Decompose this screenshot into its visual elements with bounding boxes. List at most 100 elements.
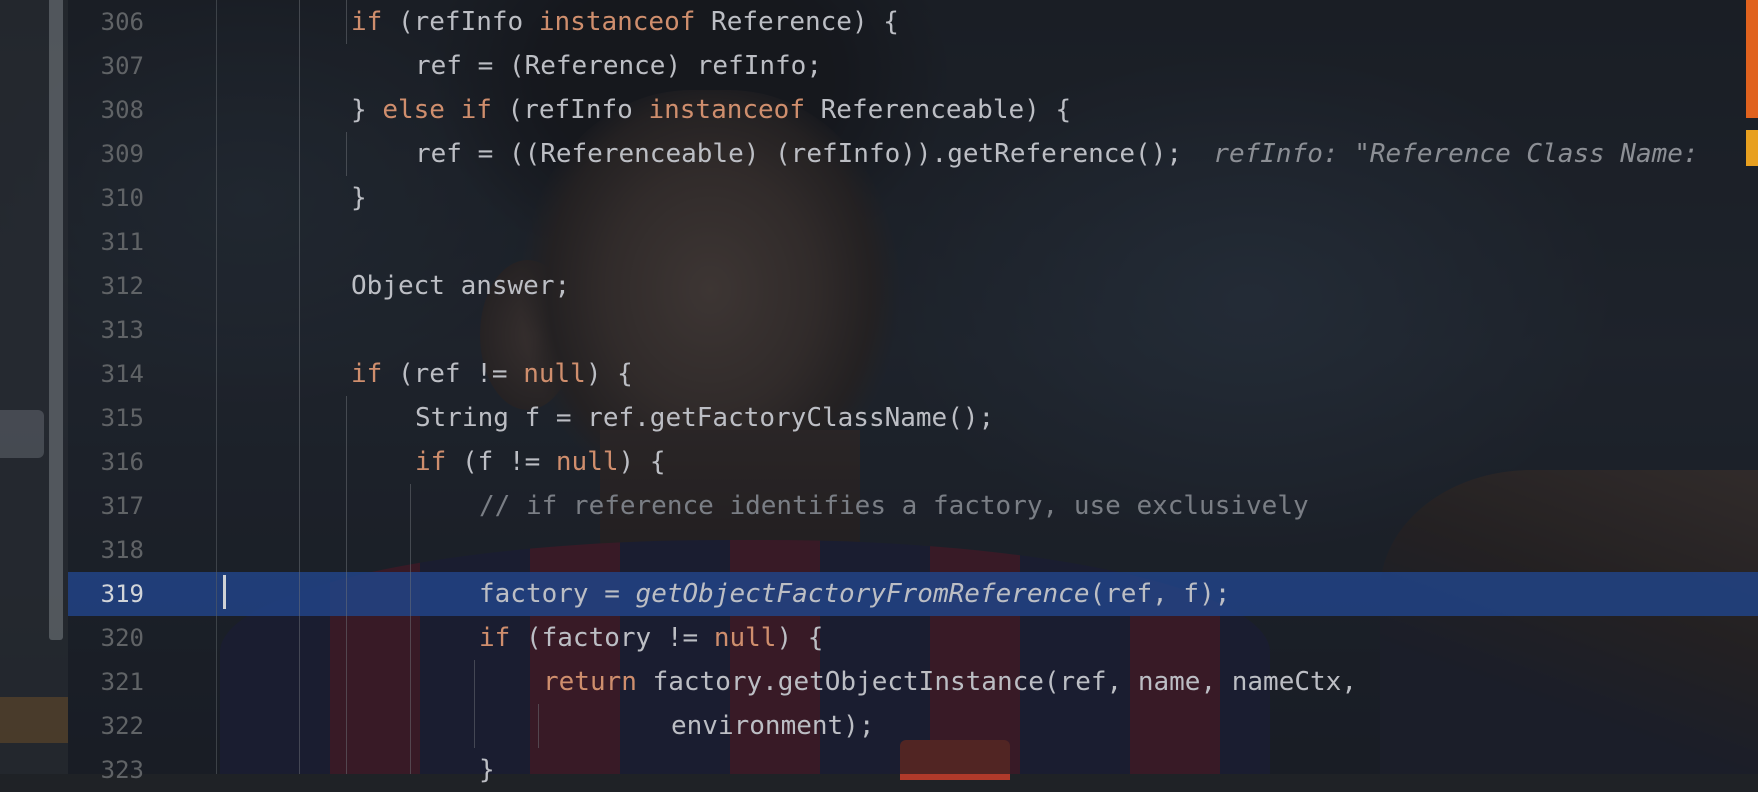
code-token: (f != <box>446 447 556 477</box>
code-token: } <box>351 183 367 213</box>
code-text: return factory.getObjectInstance(ref, na… <box>543 660 1357 704</box>
code-line[interactable]: 312 Object answer; <box>68 264 1758 308</box>
line-number[interactable]: 311 <box>68 220 144 264</box>
line-number[interactable]: 308 <box>68 88 144 132</box>
code-token: } <box>351 95 383 125</box>
line-number[interactable]: 316 <box>68 440 144 484</box>
code-line[interactable]: 308 } else if (refInfo instanceof Referen… <box>68 88 1758 132</box>
code-token: ) { <box>776 623 824 653</box>
text-caret <box>223 575 226 609</box>
code-token: String f = ref.getFactoryClassName(); <box>415 403 995 433</box>
code-text: ref = (Reference) refInfo; <box>415 44 822 88</box>
code-editor[interactable]: 306 if (refInfo instanceof Reference) {30… <box>68 0 1758 785</box>
gutter-separator <box>216 0 217 774</box>
code-line[interactable]: 306 if (refInfo instanceof Reference) { <box>68 0 1758 44</box>
keyword-token: else <box>382 95 445 125</box>
code-text: String f = ref.getFactoryClassName(); <box>415 396 994 440</box>
comment-token: // if reference identifies a factory, us… <box>479 491 1309 521</box>
code-line[interactable]: 322 environment); <box>68 704 1758 748</box>
warning-stripe-marker[interactable] <box>1746 130 1758 166</box>
line-number[interactable]: 306 <box>68 0 144 44</box>
code-token: (refInfo <box>382 7 539 37</box>
code-line[interactable]: 311 <box>68 220 1758 264</box>
keyword-token: null <box>713 623 777 653</box>
code-token: environment); <box>671 711 875 741</box>
line-number[interactable]: 318 <box>68 528 144 572</box>
code-text: if (refInfo instanceof Reference) { <box>351 0 899 44</box>
sidebar-highlight-marker <box>0 697 68 743</box>
indent-guide <box>410 484 411 774</box>
code-token: (factory != <box>510 623 714 653</box>
code-text: environment); <box>671 704 875 748</box>
code-line[interactable]: 320 if (factory != null) { <box>68 616 1758 660</box>
code-token: factory.getObjectInstance(ref, name, nam… <box>636 667 1357 697</box>
code-line[interactable]: 313 <box>68 308 1758 352</box>
line-number[interactable]: 315 <box>68 396 144 440</box>
code-token: Object answer; <box>351 271 571 301</box>
code-token: } <box>479 755 495 785</box>
code-token: ref = ((Referenceable) (refInfo)).getRef… <box>415 139 1183 169</box>
keyword-token: if <box>460 95 492 125</box>
code-line[interactable]: 323} <box>68 748 1758 792</box>
keyword-token: null <box>555 447 619 477</box>
line-number[interactable]: 310 <box>68 176 144 220</box>
line-number[interactable]: 321 <box>68 660 144 704</box>
code-text: if (ref != null) { <box>351 352 633 396</box>
keyword-token: instanceof <box>538 7 696 37</box>
code-line[interactable]: 307 ref = (Reference) refInfo; <box>68 44 1758 88</box>
inline-debug-value: refInfo: "Reference Class Name: <box>1182 139 1715 169</box>
keyword-token: if <box>415 447 447 477</box>
code-line[interactable]: 316 if (f != null) { <box>68 440 1758 484</box>
error-stripe-marker[interactable] <box>1746 0 1758 118</box>
code-token: ) { <box>585 359 633 389</box>
error-stripe-scrollbar[interactable] <box>1746 0 1758 774</box>
code-text: } <box>479 748 495 792</box>
keyword-token: null <box>523 359 586 389</box>
line-number[interactable]: 319 <box>68 572 144 616</box>
code-line[interactable]: 315 String f = ref.getFactoryClassName(); <box>68 396 1758 440</box>
code-line[interactable]: 318 <box>68 528 1758 572</box>
code-token: (refInfo <box>491 95 649 125</box>
code-line[interactable]: 317 // if reference identifies a factory,… <box>68 484 1758 528</box>
keyword-token: if <box>351 7 383 37</box>
code-token: factory = <box>479 579 636 609</box>
line-number[interactable]: 323 <box>68 748 144 792</box>
code-text: if (f != null) { <box>415 440 665 484</box>
code-token: getObjectFactoryFromReference <box>635 579 1090 609</box>
code-token: (ref != <box>382 359 524 389</box>
line-number[interactable]: 309 <box>68 132 144 176</box>
line-number[interactable]: 317 <box>68 484 144 528</box>
code-line[interactable]: 309 ref = ((Referenceable) (refInfo)).get… <box>68 132 1758 176</box>
line-number[interactable]: 320 <box>68 616 144 660</box>
line-number[interactable]: 307 <box>68 44 144 88</box>
code-text: if (factory != null) { <box>479 616 823 660</box>
code-line[interactable]: 321 return factory.getObjectInstance(ref,… <box>68 660 1758 704</box>
code-line[interactable]: 314 if (ref != null) { <box>68 352 1758 396</box>
line-number[interactable]: 314 <box>68 352 144 396</box>
line-number[interactable]: 313 <box>68 308 144 352</box>
sidebar-tool-tab[interactable] <box>0 410 44 458</box>
code-text: Object answer; <box>351 264 570 308</box>
code-text: } else if (refInfo instanceof Referencea… <box>351 88 1071 132</box>
indent-guide <box>346 0 347 44</box>
line-number[interactable]: 322 <box>68 704 144 748</box>
indent-guide <box>538 704 539 748</box>
code-text: ref = ((Referenceable) (refInfo)).getRef… <box>415 132 1714 176</box>
keyword-token: if <box>351 359 383 389</box>
code-text: // if reference identifies a factory, us… <box>479 484 1309 528</box>
keyword-token: if <box>479 623 511 653</box>
indent-guide <box>346 396 347 774</box>
code-token: ref = (Reference) refInfo; <box>415 51 822 81</box>
left-tool-strip <box>0 0 68 774</box>
indent-guide <box>346 132 347 176</box>
code-token: (ref, f); <box>1089 579 1231 609</box>
code-line[interactable]: 310} <box>68 176 1758 220</box>
current-code-line[interactable]: 319 factory = getObjectFactoryFromReferen… <box>68 572 1758 616</box>
keyword-token: instanceof <box>648 95 805 125</box>
line-number[interactable]: 312 <box>68 264 144 308</box>
sidebar-scrollbar[interactable] <box>49 0 63 640</box>
code-token: Reference) { <box>695 7 899 37</box>
indent-guide <box>474 660 475 748</box>
code-token: ) { <box>618 447 666 477</box>
